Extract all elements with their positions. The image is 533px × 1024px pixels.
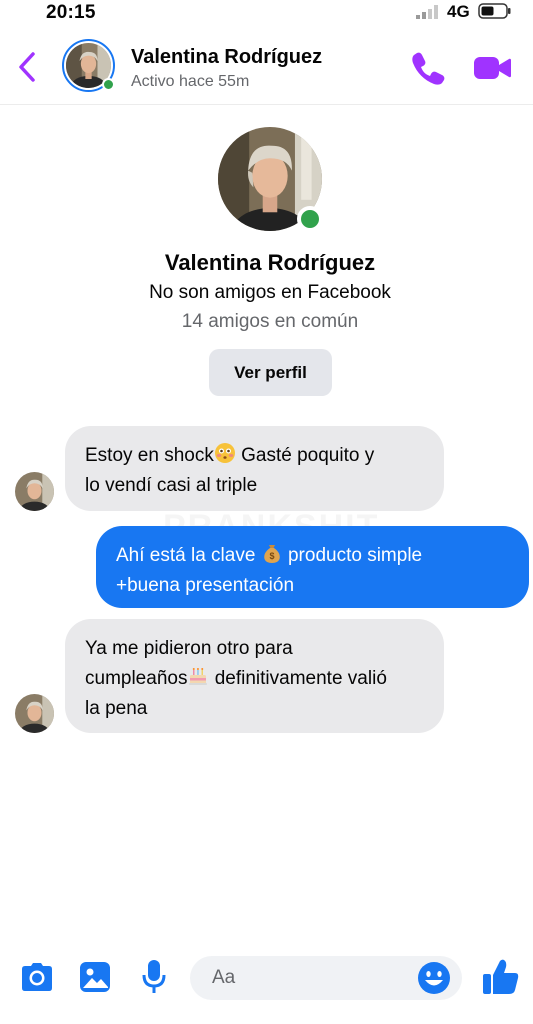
message-text: Ahí está la clave [116,545,256,566]
message-line: lo vendí casi al triple [85,475,258,496]
message-avatar[interactable] [15,694,54,733]
activity-status: Activo hace 55m [131,73,250,90]
message-text: Estoy en shock [85,445,214,466]
message-composer [0,948,533,1008]
network-type: 4G [447,2,470,21]
view-profile-button[interactable]: Ver perfil [209,349,332,396]
message-avatar-image [15,472,54,511]
message-avatar[interactable] [15,472,54,511]
battery-icon [478,3,511,19]
money-bag-emoji-icon: $ [263,545,280,563]
message-text: cumpleaños [85,668,188,689]
svg-text:$: $ [269,551,274,561]
birthday-cake-emoji-icon [189,668,208,685]
microphone-icon[interactable] [142,959,166,995]
message-line: la pena [85,698,148,719]
thumbs-up-icon[interactable] [482,958,520,996]
phone-icon[interactable] [410,50,446,86]
message-bubble-incoming[interactable]: Ya me pidieron otro para cumpleaños defi… [65,619,444,733]
smiley-icon[interactable] [417,961,451,995]
message-line: cumpleaños definitivamente valió [85,664,424,694]
message-line: +buena presentación [116,575,295,596]
mutual-friends-count: 14 amigos en común [181,311,359,332]
signal-strength-icon [416,5,438,19]
message-bubble-incoming[interactable]: Estoy en shock Gasté poquito y lo vendí … [65,426,444,511]
status-time: 20:15 [46,2,96,23]
video-camera-icon[interactable] [472,52,512,84]
message-line: Ya me pidieron otro para [85,638,293,659]
status-bar: 20:15 4G [0,0,533,26]
message-text: definitivamente valió [214,668,387,689]
message-avatar-image [15,694,54,733]
online-indicator [102,78,115,91]
profile-name: Valentina Rodríguez [164,250,376,275]
message-line: Ahí está la clave $ producto simple [116,541,509,571]
message-text: producto simple [287,545,423,566]
online-indicator-large [297,206,323,232]
message-line: Estoy en shock Gasté poquito y [85,441,424,471]
back-chevron-icon[interactable] [14,50,40,84]
message-bubble-outgoing[interactable]: Ahí está la clave $ producto simple +bue… [96,526,529,608]
message-text: Gasté poquito y [241,445,375,466]
chat-header: Valentina Rodríguez Activo hace 55m [0,30,533,105]
camera-icon[interactable] [21,962,53,992]
friendship-status: No son amigos en Facebook [149,282,391,303]
contact-name[interactable]: Valentina Rodríguez [131,46,322,69]
photo-gallery-icon[interactable] [79,961,111,993]
flushed-face-emoji-icon [214,443,235,463]
